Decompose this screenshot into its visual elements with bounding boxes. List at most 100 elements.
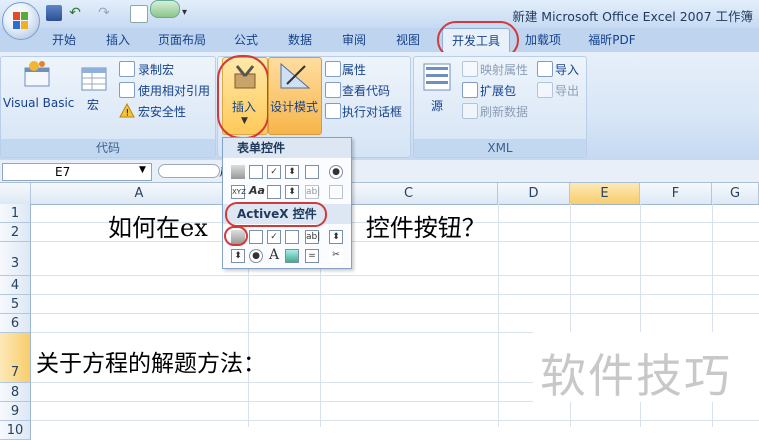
- column-header[interactable]: A: [31, 183, 248, 204]
- macros-button[interactable]: 宏: [87, 96, 99, 113]
- visual-basic-button[interactable]: Visual Basic: [3, 96, 74, 110]
- form-spin-icon[interactable]: ⬍: [285, 185, 299, 199]
- export-icon: [537, 82, 553, 98]
- column-header-selected[interactable]: E: [570, 183, 640, 204]
- row-header-selected[interactable]: 7: [0, 333, 31, 383]
- column-header[interactable]: F: [640, 183, 712, 204]
- activex-option-icon[interactable]: ●: [249, 249, 263, 263]
- form-textfield-icon[interactable]: ab|: [305, 185, 320, 199]
- svg-text:!: !: [126, 109, 130, 119]
- activex-scrollbar-icon[interactable]: ⬍: [329, 230, 343, 244]
- row-header[interactable]: 1: [0, 204, 31, 223]
- warning-icon: !: [119, 103, 135, 118]
- select-all-corner[interactable]: [0, 183, 31, 204]
- xml-source-button[interactable]: 源: [431, 97, 443, 114]
- form-scrollbar-icon[interactable]: [267, 185, 281, 199]
- activex-image-icon[interactable]: [285, 249, 299, 263]
- properties-button[interactable]: 属性: [342, 61, 366, 78]
- run-dialog-button[interactable]: 执行对话框: [342, 103, 402, 120]
- watermark: 软件技巧: [540, 349, 732, 403]
- form-spinner-icon[interactable]: ⬍: [285, 165, 299, 179]
- import-icon: [537, 61, 553, 77]
- design-mode-button[interactable]: 设计模式: [268, 57, 322, 135]
- activex-toggle-icon[interactable]: =: [305, 249, 319, 263]
- map-properties-button[interactable]: 映射属性: [480, 61, 528, 78]
- office-logo-icon: [13, 12, 28, 29]
- undo-icon[interactable]: ↶: [67, 5, 83, 21]
- activex-combobox-icon[interactable]: [249, 230, 263, 244]
- tab-review[interactable]: 审阅: [334, 28, 374, 52]
- column-header[interactable]: D: [498, 183, 570, 204]
- row-header[interactable]: 5: [0, 295, 31, 314]
- activex-listbox-icon[interactable]: [285, 230, 299, 244]
- redo-icon[interactable]: ↷: [96, 5, 112, 21]
- form-button-icon[interactable]: [231, 165, 245, 179]
- row-header[interactable]: 9: [0, 402, 31, 421]
- formula-controls: fx: [150, 163, 231, 179]
- form-combobox-icon[interactable]: [249, 165, 263, 179]
- refresh-data-button[interactable]: 刷新数据: [480, 103, 528, 120]
- export-button[interactable]: 导出: [555, 82, 579, 99]
- design-mode-label: 设计模式: [270, 100, 319, 114]
- name-box[interactable]: E7 ▼: [2, 163, 152, 181]
- quick-access-button[interactable]: [150, 0, 180, 18]
- form-groupbox-icon[interactable]: XYZ: [231, 185, 246, 199]
- form-label-icon[interactable]: Aa: [249, 185, 265, 199]
- activex-spin-icon[interactable]: ⬍: [231, 249, 245, 263]
- ribbon-tab-bar: 开始 插入 页面布局 公式 数据 审阅 视图 开发工具 加载项 福昕PDF: [0, 28, 759, 53]
- activex-checkbox-icon[interactable]: ✓: [267, 230, 281, 244]
- tab-insert[interactable]: 插入: [98, 28, 138, 52]
- relative-reference-button[interactable]: 使用相对引用: [138, 82, 210, 99]
- xml-source-icon: [423, 63, 451, 91]
- heading-end: 控件按钮？: [365, 214, 486, 242]
- row-header[interactable]: 3: [0, 242, 31, 276]
- row-header[interactable]: 8: [0, 383, 31, 402]
- tab-home[interactable]: 开始: [44, 28, 84, 52]
- cell-a7-text: 关于方程的解题方法：: [36, 351, 266, 377]
- save-icon[interactable]: [46, 5, 62, 21]
- tab-page-layout[interactable]: 页面布局: [152, 28, 212, 52]
- import-button[interactable]: 导入: [555, 61, 579, 78]
- name-box-dropdown-icon[interactable]: ▼: [139, 165, 146, 175]
- macro-security-button[interactable]: 宏安全性: [138, 103, 186, 120]
- heading-start: 如何在ex: [108, 214, 208, 242]
- macros-icon: [81, 67, 107, 91]
- grid-line: [31, 313, 759, 314]
- form-listbox-icon[interactable]: [305, 165, 319, 179]
- formula-bar-resize-handle[interactable]: [158, 164, 220, 178]
- design-mode-icon: [280, 62, 311, 89]
- row-header[interactable]: 4: [0, 276, 31, 295]
- form-combo-list-icon[interactable]: [329, 185, 343, 199]
- tab-data[interactable]: 数据: [280, 28, 320, 52]
- tab-view[interactable]: 视图: [388, 28, 428, 52]
- tab-formulas[interactable]: 公式: [226, 28, 266, 52]
- form-checkbox-icon[interactable]: ✓: [267, 165, 281, 179]
- more-controls-icon[interactable]: ✂: [329, 249, 343, 263]
- row-header[interactable]: 6: [0, 314, 31, 333]
- visual-basic-icon: [24, 61, 50, 87]
- grid-line: [31, 275, 759, 276]
- insert-button-highlight: [217, 55, 269, 139]
- window-title: 新建 Microsoft Office Excel 2007 工作簿: [512, 9, 753, 24]
- activex-label-icon[interactable]: A: [267, 248, 281, 263]
- form-controls-title: 表单控件: [223, 138, 351, 158]
- qat-dropdown-icon[interactable]: ▾: [182, 7, 187, 18]
- office-button[interactable]: [2, 2, 40, 40]
- activex-textbox-icon[interactable]: ab|: [305, 230, 320, 244]
- row-header[interactable]: 10: [0, 421, 31, 440]
- refresh-data-icon: [462, 103, 478, 119]
- row-header[interactable]: 2: [0, 223, 31, 242]
- column-header[interactable]: G: [712, 183, 759, 204]
- form-option-icon[interactable]: ●: [329, 165, 343, 179]
- activex-button-highlight: [224, 226, 248, 246]
- record-macro-icon: [119, 61, 135, 77]
- grid-line: [498, 204, 499, 427]
- view-code-button[interactable]: 查看代码: [342, 82, 390, 99]
- tab-addins[interactable]: 加载项: [520, 28, 566, 52]
- map-properties-icon: [462, 61, 478, 77]
- relative-reference-icon: [119, 82, 135, 98]
- tab-foxit-pdf[interactable]: 福昕PDF: [584, 28, 640, 52]
- record-macro-button[interactable]: 录制宏: [138, 61, 174, 78]
- expansion-packs-button[interactable]: 扩展包: [480, 82, 516, 99]
- print-preview-icon[interactable]: [130, 5, 148, 23]
